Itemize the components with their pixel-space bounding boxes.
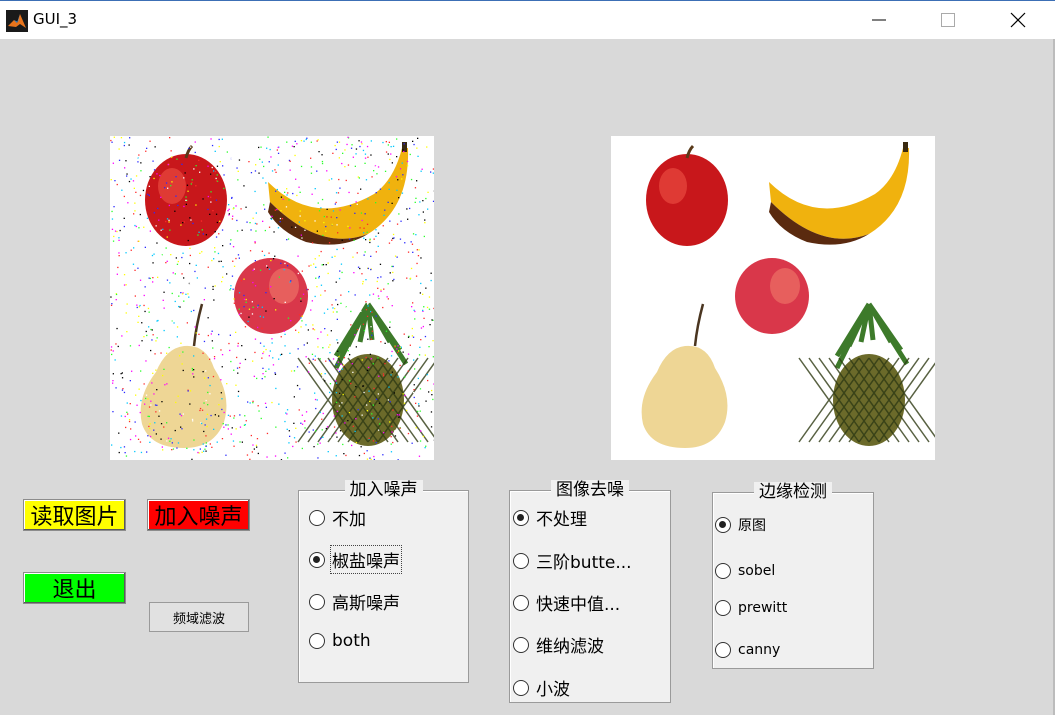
radio-sobel[interactable]: sobel (715, 563, 775, 579)
pineapple-icon (798, 302, 935, 446)
radio-wavelet[interactable]: 小波 (513, 675, 570, 700)
radio-dot-selected (715, 517, 731, 533)
radio-gaussian[interactable]: 高斯噪声 (309, 589, 400, 614)
maximize-button[interactable] (913, 1, 983, 39)
processed-fruit-image (641, 142, 935, 448)
apple-icon (646, 144, 728, 246)
radio-dot (513, 679, 529, 696)
minimize-icon (872, 19, 886, 21)
radio-dot (513, 636, 529, 653)
radio-canny[interactable]: canny (715, 642, 780, 658)
radio-no-process[interactable]: 不处理 (513, 505, 587, 530)
radio-dot (309, 509, 325, 526)
radio-dot-selected (513, 509, 529, 526)
radio-prewitt[interactable]: prewitt (715, 600, 787, 616)
radio-salt-pepper[interactable]: 椒盐噪声 (309, 545, 402, 574)
radio-both[interactable]: both (309, 631, 371, 651)
edge-panel-title: 边缘检测 (754, 482, 832, 502)
radio-dot (715, 563, 731, 579)
radio-dot-selected (309, 551, 325, 568)
close-icon (1010, 12, 1026, 28)
radio-wiener[interactable]: 维纳滤波 (513, 632, 604, 657)
peach-icon (234, 258, 308, 334)
frequency-filter-button[interactable]: 频域滤波 (149, 602, 249, 632)
pear-icon (641, 303, 728, 448)
radio-butterworth[interactable]: 三阶butte... (513, 548, 632, 573)
noise-panel: 加入噪声 不加 椒盐噪声 高斯噪声 both (298, 480, 469, 683)
denoise-panel: 图像去噪 不处理 三阶butte... 快速中值... 维纳滤波 小波 (509, 480, 671, 703)
noise-panel-title: 加入噪声 (344, 480, 423, 500)
add-noise-button[interactable]: 加入噪声 (147, 499, 250, 531)
radio-dot (715, 642, 731, 658)
matlab-icon (6, 10, 28, 32)
radio-no-noise[interactable]: 不加 (309, 505, 366, 530)
radio-original[interactable]: 原图 (715, 515, 766, 535)
title-bar: GUI_3 (0, 0, 1055, 39)
radio-dot (309, 633, 325, 649)
denoise-panel-title: 图像去噪 (551, 480, 629, 500)
edge-detection-panel: 边缘检测 原图 sobel prewitt canny (712, 482, 874, 669)
peach-icon (735, 258, 809, 334)
window-title: GUI_3 (33, 10, 78, 28)
maximize-icon (941, 13, 955, 27)
radio-fast-median[interactable]: 快速中值... (513, 590, 620, 615)
exit-button[interactable]: 退出 (23, 572, 126, 604)
pineapple-icon (297, 302, 434, 446)
banana-icon (769, 142, 910, 245)
radio-dot (513, 594, 529, 611)
radio-dot (715, 600, 731, 616)
close-button[interactable] (983, 1, 1053, 39)
radio-dot (513, 552, 529, 569)
noisy-fruit-image (110, 136, 434, 460)
figure-client-area: 读取图片 加入噪声 退出 频域滤波 加入噪声 不加 椒盐噪声 高斯噪声 both… (0, 39, 1055, 715)
minimize-button[interactable] (844, 1, 914, 39)
processed-image-axes (611, 136, 935, 460)
noisy-image-axes (110, 136, 434, 460)
read-image-button[interactable]: 读取图片 (23, 499, 126, 531)
radio-dot (309, 593, 325, 610)
